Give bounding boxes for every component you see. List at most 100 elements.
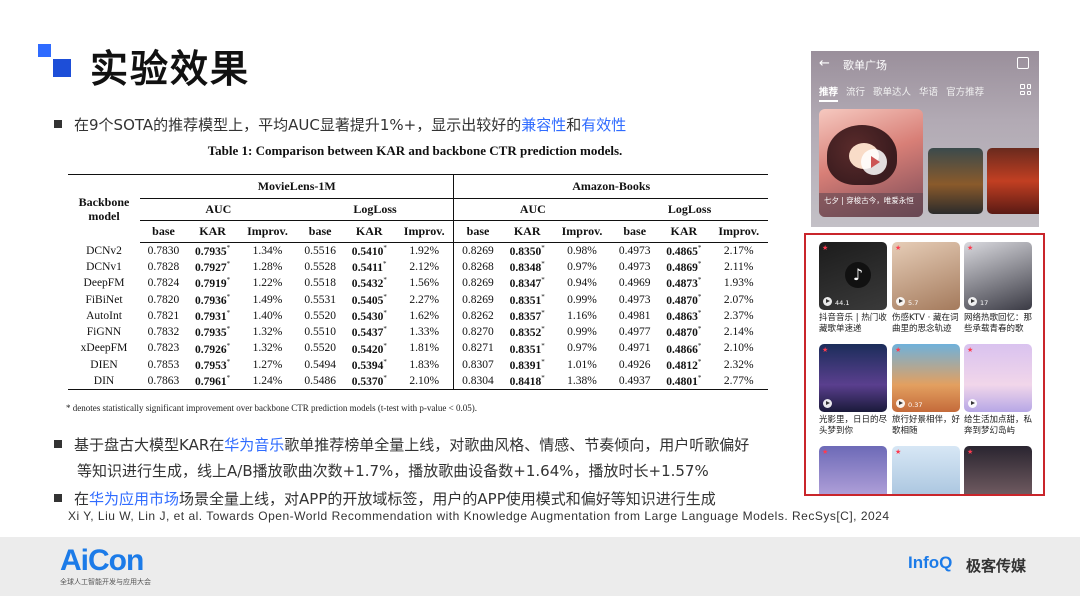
table-cell: 1.28% — [238, 259, 296, 275]
table-row: AutoInt0.78210.7931*1.40%0.55200.5430*1.… — [68, 308, 768, 324]
playlist-tile[interactable]: ★ 5.7 — [892, 242, 960, 310]
table-cell: 0.4870* — [658, 291, 709, 307]
table-cell: 0.99% — [553, 291, 611, 307]
play-icon[interactable] — [968, 399, 977, 408]
dataset-movielens: MovieLens-1M — [140, 175, 454, 199]
table-cell: 1.22% — [238, 275, 296, 291]
table-cell: 0.5370* — [344, 373, 395, 389]
metric-auc: AUC — [454, 199, 611, 221]
table-cell: 0.5432* — [344, 275, 395, 291]
playlist-card[interactable] — [928, 148, 983, 214]
table-cell: 0.4865* — [658, 243, 709, 259]
tile-caption: 光影里，日日的尽头梦到你 — [819, 415, 891, 437]
playlist-tile[interactable]: ★ — [892, 446, 960, 496]
table-row: DIN0.78630.7961*1.24%0.54860.5370*2.10%0… — [68, 373, 768, 389]
featured-playlist-card[interactable]: 七夕 | 穿梭古今，唯爱永恒 — [819, 109, 923, 217]
metric-logloss: LogLoss — [297, 199, 454, 221]
table-cell: 1.33% — [395, 324, 454, 340]
table-cell: 0.7824 — [140, 275, 187, 291]
table-cell: 0.4873* — [658, 275, 709, 291]
table-cell: 0.4981 — [611, 308, 658, 324]
table-cell: 1.38% — [553, 373, 611, 389]
play-count: 44.1 — [835, 299, 849, 307]
table-cell: 0.8351* — [502, 340, 553, 356]
metric-auc: AUC — [140, 199, 297, 221]
play-count: 5.7 — [908, 299, 918, 307]
play-icon[interactable] — [823, 399, 832, 408]
model-name: xDeepFM — [68, 340, 140, 356]
play-icon[interactable] — [861, 149, 887, 175]
playlist-tile[interactable]: ★ — [819, 344, 887, 412]
tab-pop[interactable]: 流行 — [846, 87, 865, 98]
table-cell: 2.11% — [709, 259, 768, 275]
tab-chinese[interactable]: 华语 — [919, 87, 938, 98]
phone-header: ← 歌单广场 — [811, 51, 1039, 77]
table-cell: 1.62% — [395, 308, 454, 324]
table-cell: 0.5486 — [297, 373, 344, 389]
playlist-tile[interactable]: ★ 17 — [964, 242, 1032, 310]
play-icon[interactable] — [896, 399, 905, 408]
table-cell: 0.4973 — [611, 259, 658, 275]
table-cell: 0.8391* — [502, 357, 553, 373]
play-icon[interactable] — [968, 297, 977, 306]
table-cell: 1.27% — [238, 357, 296, 373]
playlist-tile[interactable]: ★ ♪ 44.1 — [819, 242, 887, 310]
table-cell: 0.7830 — [140, 243, 187, 259]
table-cell: 0.4870* — [658, 324, 709, 340]
table-cell: 2.37% — [709, 308, 768, 324]
table-cell: 0.5510 — [297, 324, 344, 340]
sub-base: base — [611, 221, 658, 243]
table-cell: 0.4869* — [658, 259, 709, 275]
star-icon: ★ — [822, 448, 828, 456]
table-cell: 0.97% — [553, 259, 611, 275]
edit-icon[interactable] — [1017, 57, 1029, 69]
star-icon: ★ — [895, 448, 901, 456]
sub-improv: Improv. — [395, 221, 454, 243]
geek-media-logo: 极客传媒 — [966, 555, 1026, 576]
playlist-tile[interactable]: ★ 0.37 — [892, 344, 960, 412]
play-count: 0.37 — [908, 401, 922, 409]
aicon-subtitle: 全球人工智能开发与应用大会 — [60, 577, 151, 587]
model-name: DCNv2 — [68, 243, 140, 259]
table-caption: Table 1: Comparison between KAR and back… — [0, 143, 830, 159]
tab-curator[interactable]: 歌单达人 — [873, 87, 911, 98]
sub-base: base — [297, 221, 344, 243]
table-cell: 1.92% — [395, 243, 454, 259]
table-cell: 1.56% — [395, 275, 454, 291]
table-cell: 0.8269 — [454, 275, 502, 291]
table-cell: 0.4801* — [658, 373, 709, 389]
table-cell: 1.24% — [238, 373, 296, 389]
table-cell: 2.77% — [709, 373, 768, 389]
table-cell: 0.8307 — [454, 357, 502, 373]
table-cell: 0.5410* — [344, 243, 395, 259]
playlist-tile[interactable]: ★ — [819, 446, 887, 496]
table-cell: 0.4926 — [611, 357, 658, 373]
table-cell: 0.5531 — [297, 291, 344, 307]
playlist-tile[interactable]: ★ — [964, 446, 1032, 496]
grid-icon[interactable] — [1020, 84, 1031, 95]
sub-base: base — [454, 221, 502, 243]
star-icon: ★ — [967, 244, 973, 252]
sub-improv: Improv. — [553, 221, 611, 243]
table-cell: 2.12% — [395, 259, 454, 275]
dataset-amazon: Amazon-Books — [454, 175, 768, 199]
sub-kar: KAR — [344, 221, 395, 243]
tab-recommend[interactable]: 推荐 — [819, 87, 838, 102]
table-cell: 0.97% — [553, 340, 611, 356]
playlist-card[interactable] — [987, 148, 1039, 214]
table-cell: 0.7926* — [187, 340, 238, 356]
table-cell: 0.8304 — [454, 373, 502, 389]
tab-official[interactable]: 官方推荐 — [946, 87, 984, 98]
playlist-tile[interactable]: ★ — [964, 344, 1032, 412]
table-cell: 0.8352* — [502, 324, 553, 340]
play-icon[interactable] — [823, 297, 832, 306]
table-cell: 0.5420* — [344, 340, 395, 356]
table-cell: 1.34% — [238, 243, 296, 259]
table-cell: 1.32% — [238, 324, 296, 340]
table-cell: 0.7828 — [140, 259, 187, 275]
table-cell: 0.5394* — [344, 357, 395, 373]
back-arrow-icon[interactable]: ← — [819, 56, 830, 71]
play-icon[interactable] — [896, 297, 905, 306]
highlight-compat: 兼容性 — [521, 116, 566, 134]
model-name: DeepFM — [68, 275, 140, 291]
